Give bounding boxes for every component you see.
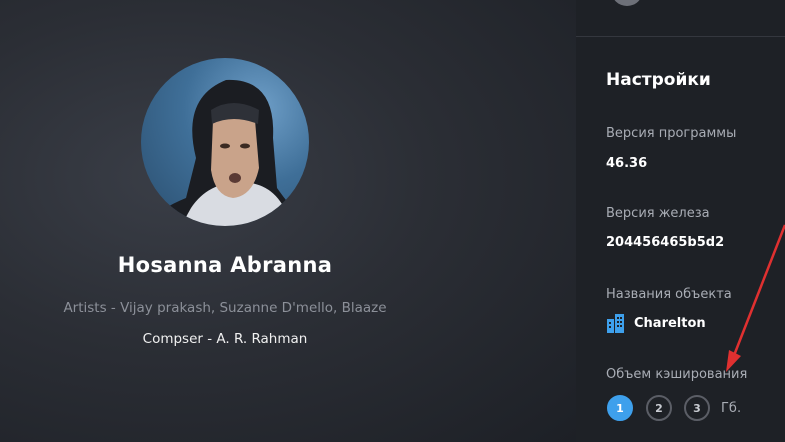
player-panel: Hosanna Abranna Artists - Vijay prakash,… [0, 0, 576, 442]
software-version-value: 46.36 [606, 156, 648, 171]
object-name-label: Названия объекта [606, 287, 732, 302]
track-title: Hosanna Abranna [117, 253, 333, 277]
settings-panel: Настройки Версия программы 46.36 Версия … [576, 0, 785, 442]
hardware-version-label: Версия железа [606, 206, 710, 221]
settings-title: Настройки [606, 70, 711, 90]
object-name-value: Charelton [634, 316, 706, 331]
building-icon [607, 314, 624, 333]
cache-option-1[interactable]: 1 [607, 395, 633, 421]
hardware-version-value: 204456465b5d2 [606, 235, 725, 250]
artist-avatar [141, 58, 309, 226]
software-version-label: Версия программы [606, 126, 737, 141]
cache-unit-label: Гб. [721, 401, 742, 416]
cache-option-2[interactable]: 2 [646, 395, 672, 421]
divider [576, 36, 785, 37]
user-avatar[interactable] [611, 0, 643, 6]
cache-option-3[interactable]: 3 [684, 395, 710, 421]
cache-size-label: Объем кэширования [606, 367, 748, 382]
composer-text: Compser - A. R. Rahman [142, 331, 308, 347]
artists-text: Artists - Vijay prakash, Suzanne D'mello… [63, 300, 387, 316]
